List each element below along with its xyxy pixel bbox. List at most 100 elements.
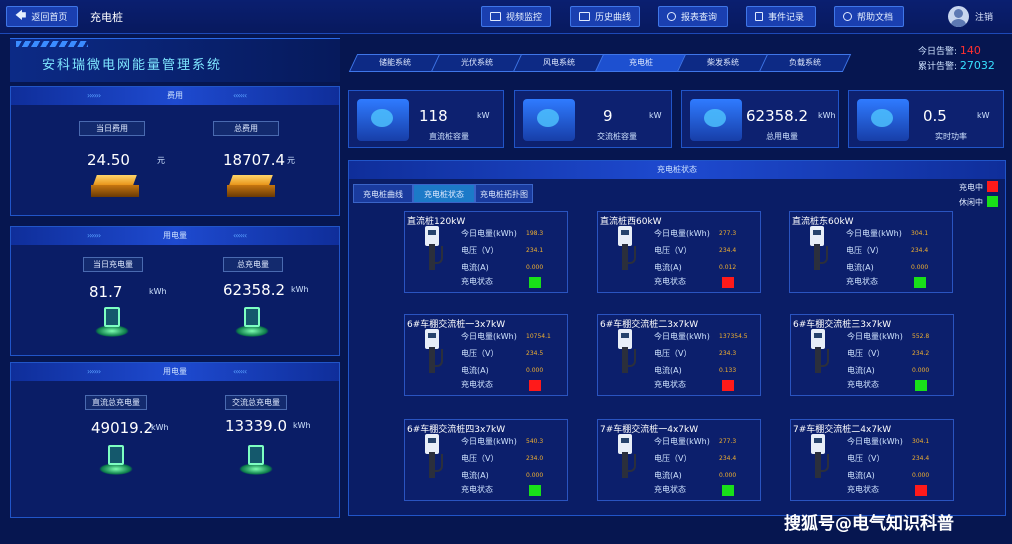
logout-link[interactable]: 注销 — [975, 10, 993, 23]
tab-pv-label: 光伏系统 — [461, 58, 493, 67]
back-arrow-icon: 🡄 — [15, 9, 27, 22]
today-cost-label: 当日费用 — [79, 121, 145, 136]
stat-dc-capacity: 118 kW 直流桩容量 — [348, 90, 504, 148]
status-label: 充电状态 — [846, 277, 878, 286]
today-cost-value: 24.50 — [87, 151, 130, 169]
ac-total-unit: kWh — [293, 421, 311, 430]
video-monitor-button[interactable]: 视频监控 — [481, 6, 551, 27]
user-area[interactable]: 注销 — [948, 6, 993, 27]
dc-ac-panel-title: 用电量 — [163, 367, 187, 376]
legend-idle-label: 休闲中 — [959, 198, 983, 207]
total-charge-unit: kWh — [291, 285, 309, 294]
energy-value: 540.3 — [526, 438, 544, 445]
current-label: 电流(A) — [847, 366, 875, 375]
subtab-curve[interactable]: 充电桩曲线 — [353, 184, 413, 203]
charger-card[interactable]: 6#车棚交流桩二3x7kW 今日电量(kWh) 137354.5 电压（V） 2… — [597, 314, 761, 396]
charging-pile-icon — [425, 226, 443, 270]
charger-card[interactable]: 7#车棚交流桩一4x7kW 今日电量(kWh) 277.3 电压（V） 234.… — [597, 419, 761, 501]
charger-card[interactable]: 7#车棚交流桩二4x7kW 今日电量(kWh) 304.1 电压（V） 234.… — [790, 419, 954, 501]
current-label: 电流(A) — [654, 471, 682, 480]
tab-diesel-label: 柴发系统 — [707, 58, 739, 67]
today-cost-unit: 元 — [157, 156, 165, 165]
voltage-value: 234.3 — [719, 350, 737, 357]
voltage-label: 电压（V） — [654, 349, 692, 358]
tab-pv[interactable]: 光伏系统 — [430, 54, 524, 72]
current-value: 0.000 — [912, 472, 930, 479]
alarm-summary: 今日告警: 140 累计告警: 27032 — [918, 44, 1006, 80]
dc-total-unit: kWh — [151, 423, 169, 432]
charger-card[interactable]: 6#车棚交流桩四3x7kW 今日电量(kWh) 540.3 电压（V） 234.… — [404, 419, 568, 501]
chevron-right-icon: ›››››› — [87, 367, 101, 376]
voltage-label: 电压（V） — [461, 454, 499, 463]
current-value: 0.000 — [526, 367, 544, 374]
voltage-label: 电压（V） — [461, 246, 499, 255]
current-value: 0.000 — [912, 367, 930, 374]
tab-charger[interactable]: 充电桩 — [594, 54, 688, 72]
stat-value: 118 — [419, 107, 448, 125]
event-log-label: 事件记录 — [768, 13, 805, 23]
status-indicator — [722, 485, 734, 496]
stat-label: 交流桩容量 — [597, 132, 637, 141]
subtab-status[interactable]: 充电桩状态 — [413, 184, 475, 203]
current-value: 0.000 — [526, 472, 544, 479]
energy-label: 今日电量(kWh) — [654, 229, 710, 238]
voltage-value: 234.5 — [526, 350, 544, 357]
tab-storage[interactable]: 储能系统 — [348, 54, 442, 72]
back-home-button[interactable]: 🡄 返回首页 — [6, 6, 78, 27]
report-query-button[interactable]: 报表查询 — [658, 6, 728, 27]
help-doc-label: 帮助文档 — [857, 13, 894, 23]
charger-name: 7#车棚交流桩一4x7kW — [600, 425, 699, 435]
current-label: 电流(A) — [461, 471, 489, 480]
charger-bolt-icon — [357, 99, 409, 141]
charging-pile-icon — [425, 434, 443, 478]
status-indicator — [529, 380, 541, 391]
legend-idle-swatch — [987, 196, 998, 207]
history-curve-label: 历史曲线 — [595, 13, 632, 23]
legend-idle: 休闲中 — [959, 196, 998, 208]
today-charge-unit: kWh — [149, 287, 167, 296]
energy-value: 277.3 — [719, 230, 737, 237]
battery-charge-icon — [235, 305, 269, 339]
status-indicator — [722, 380, 734, 391]
tab-load-label: 负载系统 — [789, 58, 821, 67]
voltage-label: 电压（V） — [654, 246, 692, 255]
charger-card[interactable]: 直流桩120kW 今日电量(kWh) 198.3 电压（V） 234.1 电流(… — [404, 211, 568, 293]
current-label: 电流(A) — [654, 366, 682, 375]
tab-load[interactable]: 负载系统 — [758, 54, 852, 72]
charger-card[interactable]: 6#车棚交流桩一3x7kW 今日电量(kWh) 10754.1 电压（V） 23… — [404, 314, 568, 396]
stat-unit: kW — [977, 111, 990, 120]
history-curve-button[interactable]: 历史曲线 — [570, 6, 640, 27]
charging-pile-icon — [618, 226, 636, 270]
status-indicator — [529, 485, 541, 496]
status-indicator — [722, 277, 734, 288]
energy-label: 今日电量(kWh) — [461, 437, 517, 446]
voltage-value: 234.0 — [526, 455, 544, 462]
charger-card[interactable]: 直流桩西60kW 今日电量(kWh) 277.3 电压（V） 234.4 电流(… — [597, 211, 761, 293]
status-indicator — [914, 277, 926, 288]
document-icon — [755, 12, 763, 21]
help-doc-button[interactable]: 帮助文档 — [834, 6, 904, 27]
stat-value: 9 — [603, 107, 613, 125]
status-label: 充电状态 — [461, 485, 493, 494]
energy-value: 304.1 — [911, 230, 929, 237]
current-label: 电流(A) — [461, 263, 489, 272]
tab-charger-label: 充电桩 — [629, 58, 653, 67]
charger-card[interactable]: 6#车棚交流桩三3x7kW 今日电量(kWh) 552.8 电压（V） 234.… — [790, 314, 954, 396]
voltage-label: 电压（V） — [847, 349, 885, 358]
subtab-topology[interactable]: 充电桩拓扑图 — [475, 184, 533, 203]
avatar[interactable] — [948, 6, 969, 27]
energy-value: 10754.1 — [526, 333, 551, 340]
charger-card[interactable]: 直流桩东60kW 今日电量(kWh) 304.1 电压（V） 234.4 电流(… — [789, 211, 953, 293]
tab-wind[interactable]: 风电系统 — [512, 54, 606, 72]
stat-label: 实时功率 — [935, 132, 967, 141]
energy-label: 今日电量(kWh) — [846, 229, 902, 238]
event-log-button[interactable]: 事件记录 — [746, 6, 816, 27]
status-label: 充电状态 — [461, 277, 493, 286]
status-label: 充电状态 — [847, 485, 879, 494]
alarm-today-value: 140 — [959, 44, 981, 57]
watermark-text: 搜狐号@电气知识科普 — [784, 514, 954, 534]
voltage-value: 234.4 — [912, 455, 930, 462]
tab-diesel[interactable]: 柴发系统 — [676, 54, 770, 72]
charger-name: 6#车棚交流桩二3x7kW — [600, 320, 699, 330]
energy-label: 今日电量(kWh) — [847, 437, 903, 446]
